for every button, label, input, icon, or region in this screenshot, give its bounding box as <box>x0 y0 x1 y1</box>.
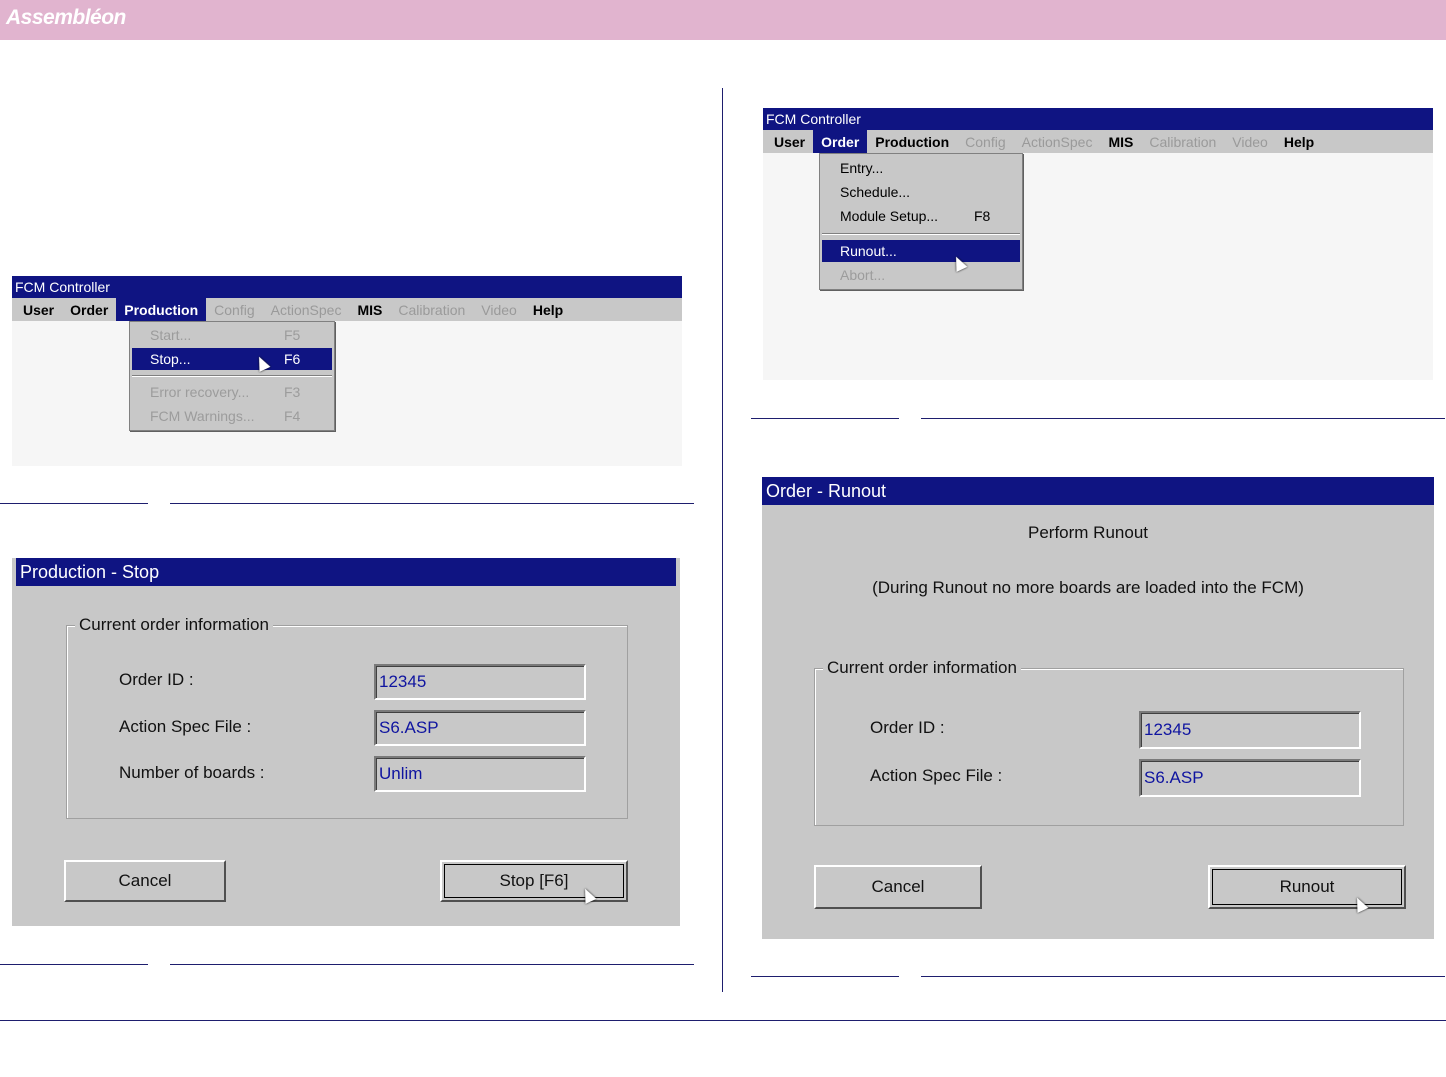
menu-mis[interactable]: MIS <box>1100 130 1141 153</box>
menu-actionspec[interactable]: ActionSpec <box>263 298 350 321</box>
menu-item-runout[interactable]: Runout... <box>822 240 1020 262</box>
production-dropdown: Start... F5 Stop... F6 Error recovery...… <box>129 321 335 431</box>
menu-item-start[interactable]: Start... F5 <box>132 324 332 346</box>
footer-rule <box>0 1020 1446 1021</box>
window-title-bar: FCM Controller <box>12 276 682 298</box>
caption-rule <box>170 964 694 965</box>
menu-separator <box>132 375 332 377</box>
dialog-title: Production - Stop <box>20 561 160 582</box>
order-id-label: Order ID : <box>870 718 945 737</box>
group-title: Current order information <box>75 615 273 635</box>
order-id-field[interactable]: 12345 <box>1139 711 1361 749</box>
runout-button[interactable]: Runout <box>1208 865 1406 909</box>
menu-bar: User Order Production Config ActionSpec … <box>12 298 682 321</box>
menu-item-stop[interactable]: Stop... F6 <box>132 348 332 370</box>
menu-item-entry[interactable]: Entry... <box>822 157 1020 179</box>
production-stop-dialog: Production - Stop Current order informat… <box>12 558 680 926</box>
action-spec-field[interactable]: S6.ASP <box>1139 759 1361 797</box>
order-id-label: Order ID : <box>119 670 194 689</box>
cancel-button[interactable]: Cancel <box>814 865 982 909</box>
order-dropdown: Entry... Schedule... Module Setup... F8 … <box>819 153 1023 290</box>
action-spec-label: Action Spec File : <box>119 717 252 736</box>
order-runout-dialog: Order - Runout Perform Runout (During Ru… <box>762 477 1434 939</box>
menu-help[interactable]: Help <box>525 298 571 321</box>
menu-calibration[interactable]: Calibration <box>1141 130 1224 153</box>
group-title: Current order information <box>823 658 1021 678</box>
fcm-controller-window: FCM Controller User Order Production Con… <box>763 108 1433 380</box>
menu-config[interactable]: Config <box>206 298 262 321</box>
menu-order[interactable]: Order <box>813 130 868 153</box>
stop-button[interactable]: Stop [F6] <box>440 860 628 902</box>
menu-actionspec[interactable]: ActionSpec <box>1014 130 1101 153</box>
menu-calibration[interactable]: Calibration <box>390 298 473 321</box>
menu-user[interactable]: User <box>766 130 813 153</box>
caption-rule <box>921 976 1445 977</box>
dialog-title-bar: Production - Stop <box>16 558 676 586</box>
caption-rule <box>0 964 148 965</box>
menu-item-error-recovery[interactable]: Error recovery... F3 <box>132 381 332 403</box>
menu-user[interactable]: User <box>15 298 62 321</box>
column-divider <box>722 88 723 992</box>
fcm-controller-window: FCM Controller User Order Production Con… <box>12 276 682 466</box>
cancel-button[interactable]: Cancel <box>64 860 226 902</box>
action-spec-field[interactable]: S6.ASP <box>374 710 586 746</box>
dialog-title-bar: Order - Runout <box>762 477 1434 505</box>
menu-video[interactable]: Video <box>1224 130 1276 153</box>
menu-production[interactable]: Production <box>116 298 207 321</box>
order-info-group: Current order information Order ID : 123… <box>814 658 1404 826</box>
brand-logo: Assembléon <box>6 6 126 29</box>
menu-item-module-setup[interactable]: Module Setup... F8 <box>822 205 1020 227</box>
order-id-field[interactable]: 12345 <box>374 664 586 700</box>
window-title: FCM Controller <box>766 111 861 127</box>
window-title: FCM Controller <box>15 279 110 295</box>
caption-rule <box>921 418 1445 419</box>
number-of-boards-label: Number of boards : <box>119 763 265 782</box>
menu-item-fcm-warnings[interactable]: FCM Warnings... F4 <box>132 405 332 427</box>
runout-heading: Perform Runout <box>1028 523 1148 542</box>
caption-rule <box>751 418 899 419</box>
header-bar: Assembléon <box>0 0 1446 40</box>
menu-config[interactable]: Config <box>957 130 1013 153</box>
runout-note: (During Runout no more boards are loaded… <box>872 578 1304 597</box>
menu-separator <box>822 233 1020 235</box>
menu-item-schedule[interactable]: Schedule... <box>822 181 1020 203</box>
menu-order[interactable]: Order <box>62 298 116 321</box>
caption-rule <box>0 503 148 504</box>
caption-rule <box>170 503 694 504</box>
menu-bar: User Order Production Config ActionSpec … <box>763 130 1433 153</box>
caption-rule <box>751 976 899 977</box>
window-title-bar: FCM Controller <box>763 108 1433 130</box>
menu-mis[interactable]: MIS <box>349 298 390 321</box>
menu-production[interactable]: Production <box>867 130 957 153</box>
dialog-title: Order - Runout <box>766 480 887 501</box>
action-spec-label: Action Spec File : <box>870 766 1003 785</box>
menu-item-abort[interactable]: Abort... <box>822 264 1020 286</box>
menu-video[interactable]: Video <box>473 298 525 321</box>
number-of-boards-field[interactable]: Unlim <box>374 756 586 792</box>
menu-help[interactable]: Help <box>1276 130 1322 153</box>
order-info-group: Current order information Order ID : 123… <box>66 615 628 819</box>
